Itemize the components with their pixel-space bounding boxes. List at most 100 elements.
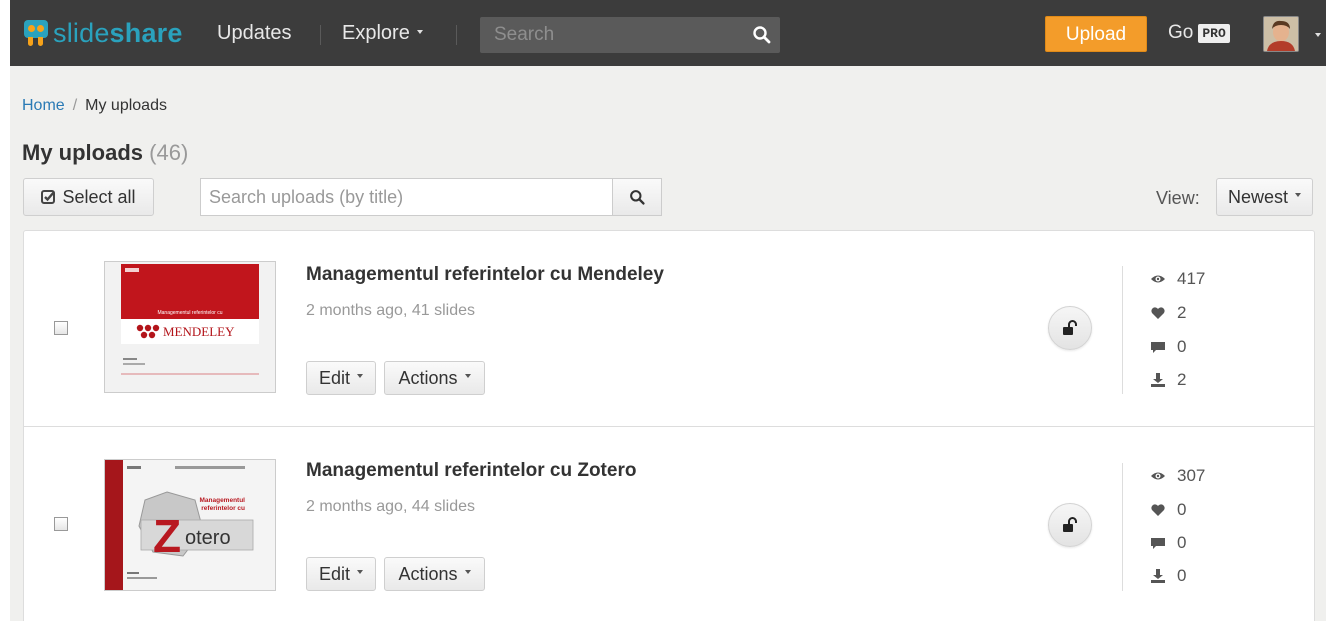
slide-thumbnail[interactable]: Managementul referintelor cu MENDELEY: [104, 261, 276, 393]
views-stat: 417: [1150, 269, 1205, 289]
actions-label: Actions: [398, 563, 458, 584]
search-icon[interactable]: [752, 25, 772, 45]
slide-thumbnail[interactable]: Z otero Managementul referintelor cu: [104, 459, 276, 591]
privacy-button[interactable]: [1048, 306, 1092, 350]
actions-button[interactable]: Actions: [384, 361, 485, 395]
edit-button[interactable]: Edit: [306, 361, 376, 395]
mendeley-slide-preview: Managementul referintelor cu MENDELEY: [105, 262, 275, 392]
search-icon: [629, 189, 645, 205]
nav-updates[interactable]: Updates: [217, 22, 292, 45]
downloads-count: 2: [1177, 370, 1187, 389]
uploads-search-input[interactable]: [201, 179, 612, 215]
unlock-icon: [1063, 320, 1077, 335]
uploads-search-button[interactable]: [612, 178, 662, 216]
comments-count: 0: [1177, 337, 1187, 356]
upload-meta: 2 months ago, 44 slides: [306, 498, 475, 515]
upload-meta: 2 months ago, 41 slides: [306, 302, 475, 319]
heart-icon: [1151, 504, 1165, 516]
likes-stat: 2: [1150, 303, 1186, 323]
slideshare-logo[interactable]: slideshare: [24, 16, 183, 50]
breadcrumb-separator: /: [72, 97, 78, 114]
chevron-down-icon: [464, 570, 471, 574]
stats-divider: [1122, 463, 1123, 591]
download-icon: [1151, 373, 1165, 387]
chevron-down-icon[interactable]: [1315, 33, 1321, 37]
global-search: [480, 17, 780, 53]
upload-title[interactable]: Managementul referintelor cu Mendeley: [306, 264, 664, 286]
row-checkbox[interactable]: [54, 321, 68, 335]
downloads-stat: 2: [1150, 370, 1186, 390]
upload-button[interactable]: Upload: [1045, 16, 1147, 52]
eye-icon: [1151, 472, 1165, 480]
global-search-input[interactable]: [480, 17, 748, 53]
edit-button[interactable]: Edit: [306, 557, 376, 591]
sort-dropdown[interactable]: Newest: [1216, 178, 1313, 216]
views-count: 417: [1177, 269, 1206, 288]
list-item: Managementul referintelor cu MENDELEY Ma…: [24, 231, 1314, 426]
views-count: 307: [1177, 466, 1206, 485]
zotero-slide-preview: Z otero Managementul referintelor cu: [105, 460, 275, 590]
top-navbar: slideshare Updates Explore Upload GoPRO: [10, 0, 1326, 66]
page-title-text: My uploads: [22, 140, 144, 165]
chevron-down-icon: [416, 29, 423, 34]
page-frame: slideshare Updates Explore Upload GoPRO …: [10, 0, 1326, 621]
comments-stat: 0: [1150, 533, 1186, 553]
likes-count: 2: [1177, 303, 1187, 322]
nav-explore[interactable]: Explore: [342, 22, 423, 45]
actions-button[interactable]: Actions: [384, 557, 485, 591]
likes-stat: 0: [1150, 500, 1186, 520]
likes-count: 0: [1177, 500, 1187, 519]
thumb-subtitle: Managementul: [199, 497, 245, 504]
stats-divider: [1122, 266, 1123, 394]
downloads-count: 0: [1177, 566, 1187, 585]
download-icon: [1151, 569, 1165, 583]
go-pro-link[interactable]: Go PRO: [1168, 22, 1230, 44]
comment-icon: [1151, 342, 1165, 353]
slideshare-logo-icon: [24, 20, 48, 46]
heart-icon: [1151, 307, 1165, 319]
breadcrumb: Home / My uploads: [22, 97, 167, 115]
actions-label: Actions: [398, 367, 458, 388]
comments-count: 0: [1177, 533, 1187, 552]
edit-label: Edit: [318, 563, 351, 584]
comments-stat: 0: [1150, 337, 1186, 357]
select-all-button[interactable]: Select all: [23, 178, 154, 216]
views-stat: 307: [1150, 466, 1205, 486]
chevron-down-icon: [1295, 193, 1302, 197]
unlock-icon: [1063, 517, 1077, 532]
eye-icon: [1151, 275, 1165, 283]
sort-value: Newest: [1227, 186, 1289, 207]
upload-count: (46): [149, 140, 189, 165]
logo-text: slideshare: [53, 17, 183, 48]
downloads-stat: 0: [1150, 566, 1186, 586]
view-label: View:: [1156, 188, 1200, 208]
thumb-text: otero: [185, 527, 231, 549]
breadcrumb-current: My uploads: [85, 97, 167, 114]
upload-title[interactable]: Managementul referintelor cu Zotero: [306, 460, 636, 482]
breadcrumb-home[interactable]: Home: [22, 97, 65, 114]
thumb-letter: Z: [153, 510, 181, 562]
thumb-subtitle: referintelor cu: [201, 505, 245, 512]
comment-icon: [1151, 538, 1165, 549]
select-all-label: Select all: [62, 186, 136, 207]
privacy-button[interactable]: [1048, 503, 1092, 547]
thumb-text: MENDELEY: [163, 324, 235, 339]
chevron-down-icon: [357, 570, 364, 574]
uploads-list: Managementul referintelor cu MENDELEY Ma…: [23, 230, 1315, 621]
list-item: Z otero Managementul referintelor cu Man…: [24, 426, 1314, 621]
thumb-subtitle: Managementul referintelor cu: [157, 310, 222, 316]
nav-divider: [456, 25, 457, 45]
avatar[interactable]: [1263, 16, 1299, 52]
checkbox-checked-icon: [41, 190, 56, 204]
chevron-down-icon: [464, 374, 471, 378]
page-title: My uploads (46): [22, 140, 188, 166]
chevron-down-icon: [357, 374, 364, 378]
nav-divider: [320, 25, 321, 45]
uploads-search: [200, 178, 613, 216]
user-photo-icon: [1264, 17, 1298, 51]
edit-label: Edit: [318, 367, 351, 388]
go-label: Go: [1168, 22, 1194, 43]
pro-badge: PRO: [1198, 23, 1230, 43]
row-checkbox[interactable]: [54, 517, 68, 531]
nav-explore-label: Explore: [342, 22, 410, 44]
